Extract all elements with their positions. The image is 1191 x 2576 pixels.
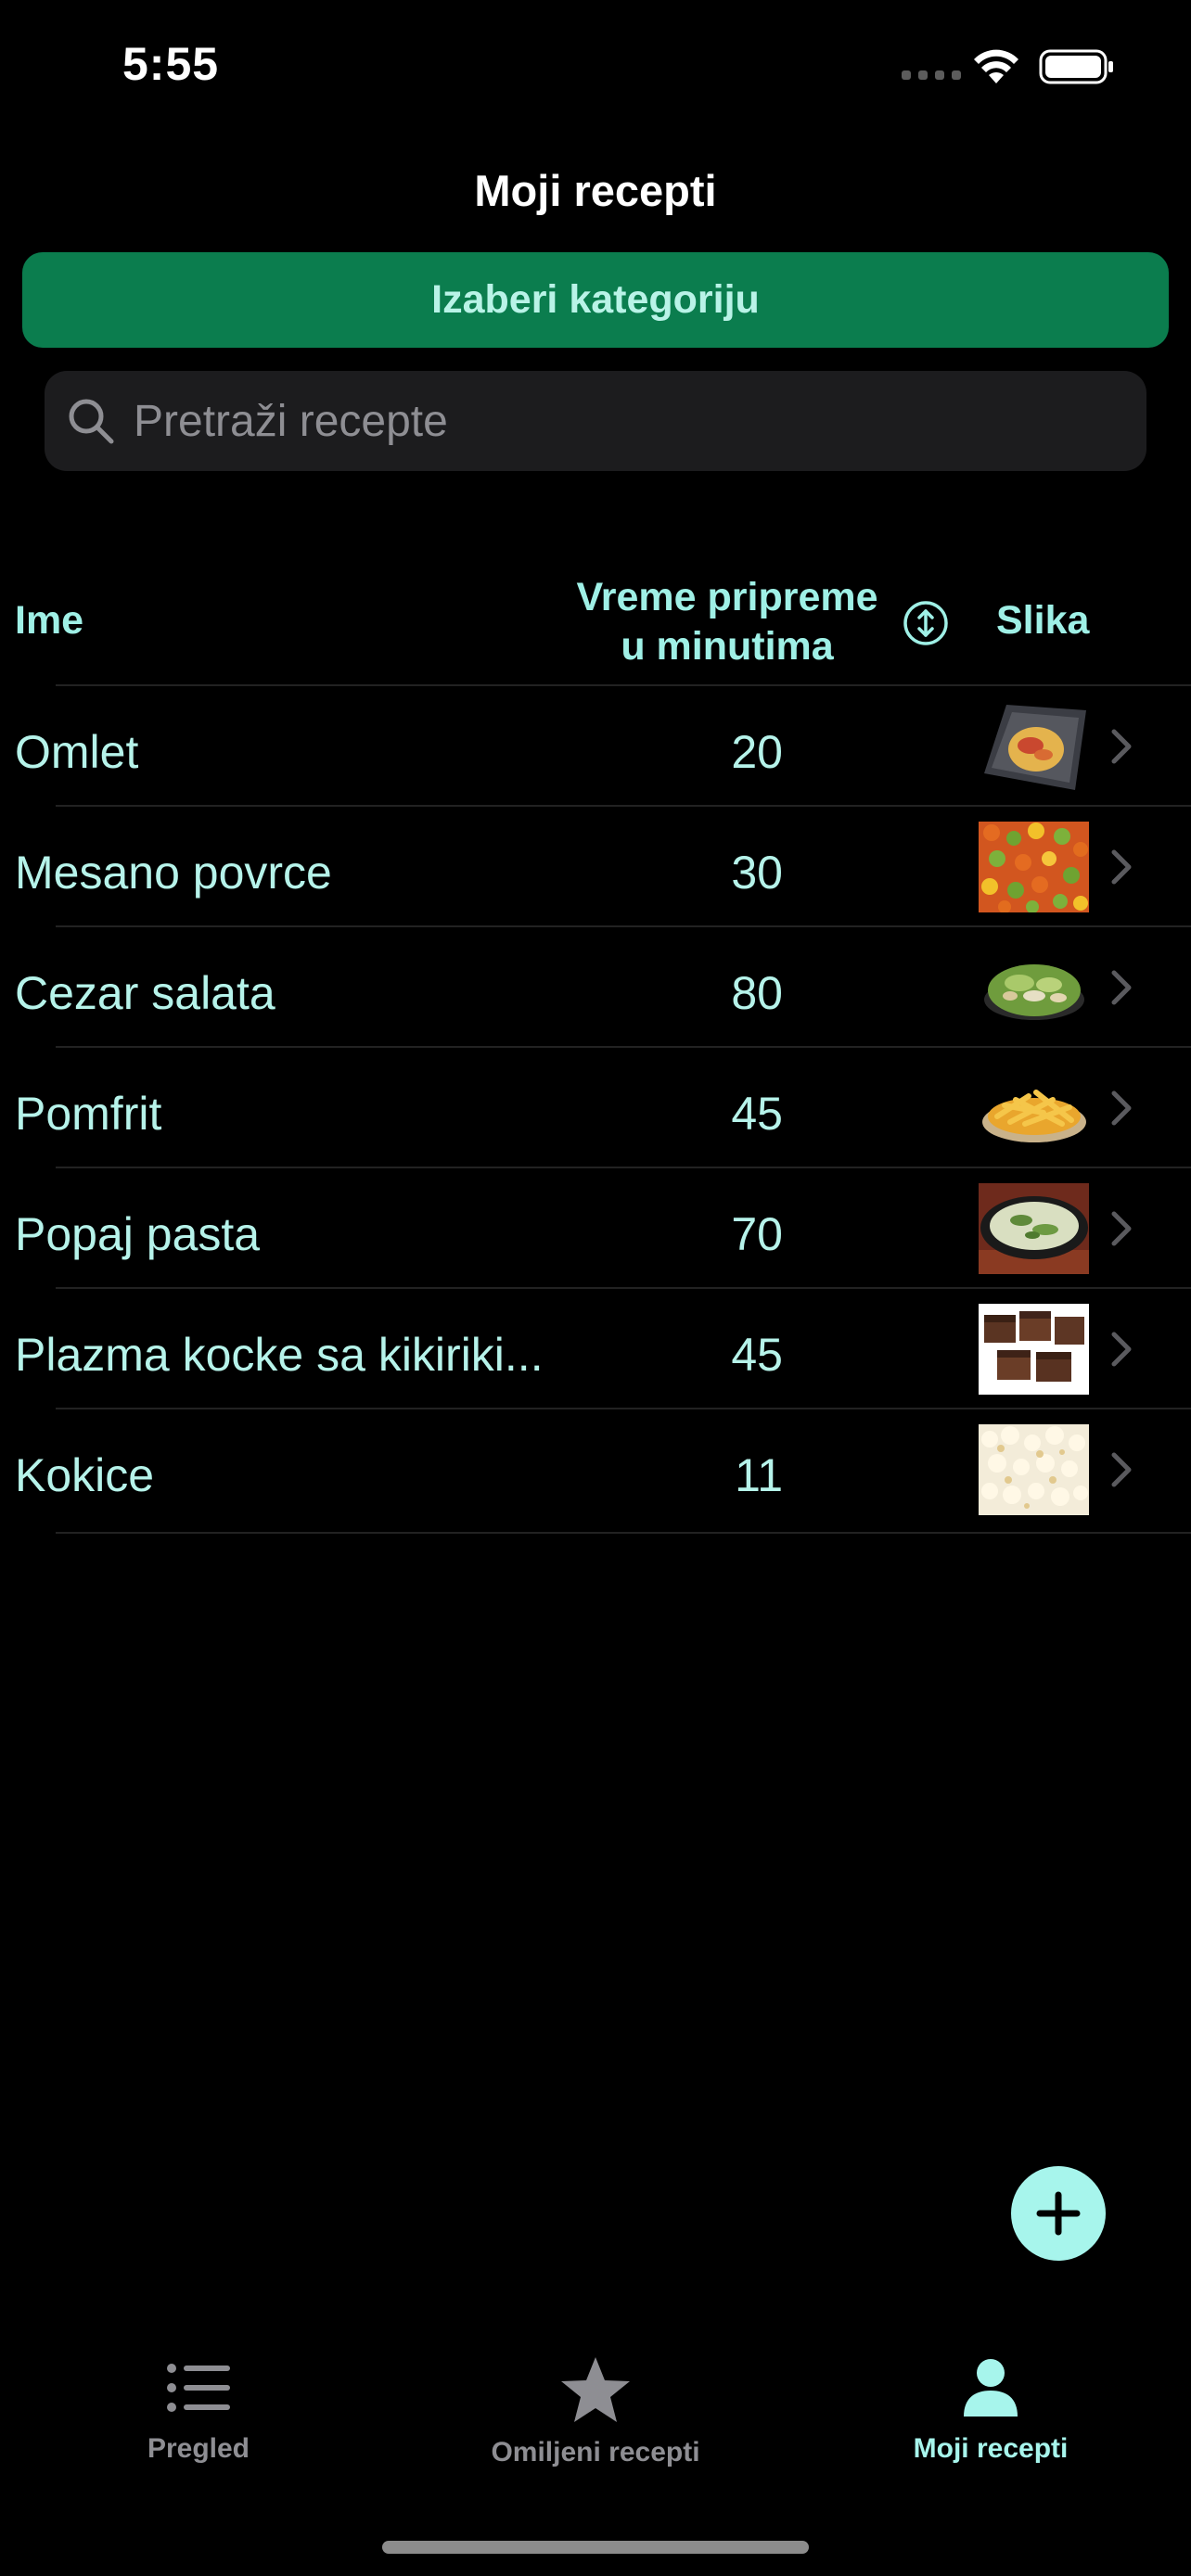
home-indicator[interactable] (382, 2541, 809, 2554)
tab-bar: Pregled Omiljeni recepti Moji recepti (0, 2318, 1191, 2576)
recipe-prep-time: 30 (731, 847, 783, 899)
screen: 5:55 Moji recepti Izaberi kategoriju Ime… (0, 0, 1191, 2576)
recipe-name: Mesano povrce (15, 847, 332, 899)
french-fries-photo (979, 1063, 1089, 1154)
column-header-name: Ime (15, 598, 84, 643)
recipe-name: Plazma kocke sa kikiriki... (15, 1329, 544, 1381)
column-header-prep-time-line2: u minutima (621, 624, 834, 669)
sort-icon[interactable] (902, 599, 950, 647)
table-row[interactable]: Cezar salata 80 (0, 927, 1191, 1048)
recipe-name: Popaj pasta (15, 1208, 261, 1260)
table-row[interactable]: Pomfrit 45 (0, 1048, 1191, 1168)
recipe-prep-time: 70 (731, 1208, 783, 1260)
person-icon (964, 2359, 1018, 2417)
chevron-right-icon (1111, 1452, 1132, 1487)
column-header-prep-time[interactable]: Vreme pripreme u minutima (542, 573, 913, 671)
status-time: 5:55 (122, 38, 220, 90)
recipe-name: Kokice (15, 1449, 155, 1501)
tab-omiljeni-recepti[interactable]: Omiljeni recepti (456, 2355, 735, 2468)
recipe-prep-time: 45 (731, 1329, 783, 1381)
table-row[interactable]: Popaj pasta 70 (0, 1168, 1191, 1289)
chevron-right-icon (1111, 970, 1132, 1005)
chevron-right-icon (1111, 1211, 1132, 1246)
tab-pregled[interactable]: Pregled (59, 2355, 338, 2465)
row-divider (56, 1532, 1191, 1534)
recipe-name: Omlet (15, 726, 139, 778)
recipe-prep-time: 20 (731, 726, 783, 778)
spinach-pasta-photo (979, 1183, 1089, 1274)
recipe-name: Pomfrit (15, 1088, 162, 1140)
mixed-vegetables-photo (979, 822, 1089, 912)
tab-moji-recepti[interactable]: Moji recepti (852, 2355, 1130, 2465)
recipe-name: Cezar salata (15, 967, 275, 1019)
table-row[interactable]: Kokice 11 (0, 1409, 1191, 1530)
column-header-image: Slika (996, 598, 1090, 643)
column-header-prep-time-line1: Vreme pripreme (576, 575, 878, 619)
add-recipe-button[interactable] (1011, 2166, 1106, 2261)
wifi-icon (974, 49, 1018, 83)
battery-icon (1039, 49, 1113, 84)
recipe-prep-time: 80 (731, 967, 783, 1019)
popcorn-photo (979, 1424, 1089, 1515)
search-icon (69, 399, 114, 444)
plus-icon (1036, 2191, 1081, 2236)
tab-label: Pregled (147, 2433, 250, 2464)
chevron-right-icon (1111, 1090, 1132, 1126)
star-icon (561, 2357, 630, 2422)
search-input[interactable] (134, 395, 1146, 447)
cellular-signal-icon (902, 70, 961, 80)
table-row[interactable]: Omlet 20 (0, 686, 1191, 807)
chevron-right-icon (1111, 729, 1132, 764)
page-title: Moji recepti (474, 166, 717, 215)
tab-label: Omiljeni recepti (491, 2437, 700, 2468)
tab-label: Moji recepti (913, 2433, 1069, 2464)
recipe-prep-time: 45 (731, 1088, 783, 1140)
search-bar[interactable] (45, 371, 1146, 471)
omelette-photo (979, 701, 1089, 792)
recipe-prep-time: 11 (735, 1449, 783, 1501)
chevron-right-icon (1111, 849, 1132, 885)
cake-cubes-photo (979, 1304, 1089, 1395)
table-row[interactable]: Mesano povrce 30 (0, 807, 1191, 927)
table-row[interactable]: Plazma kocke sa kikiriki... 45 (0, 1289, 1191, 1409)
choose-category-button[interactable]: Izaberi kategoriju (22, 252, 1169, 348)
chevron-right-icon (1111, 1332, 1132, 1367)
list-icon (167, 2364, 230, 2412)
caesar-salad-photo (979, 942, 1089, 1033)
